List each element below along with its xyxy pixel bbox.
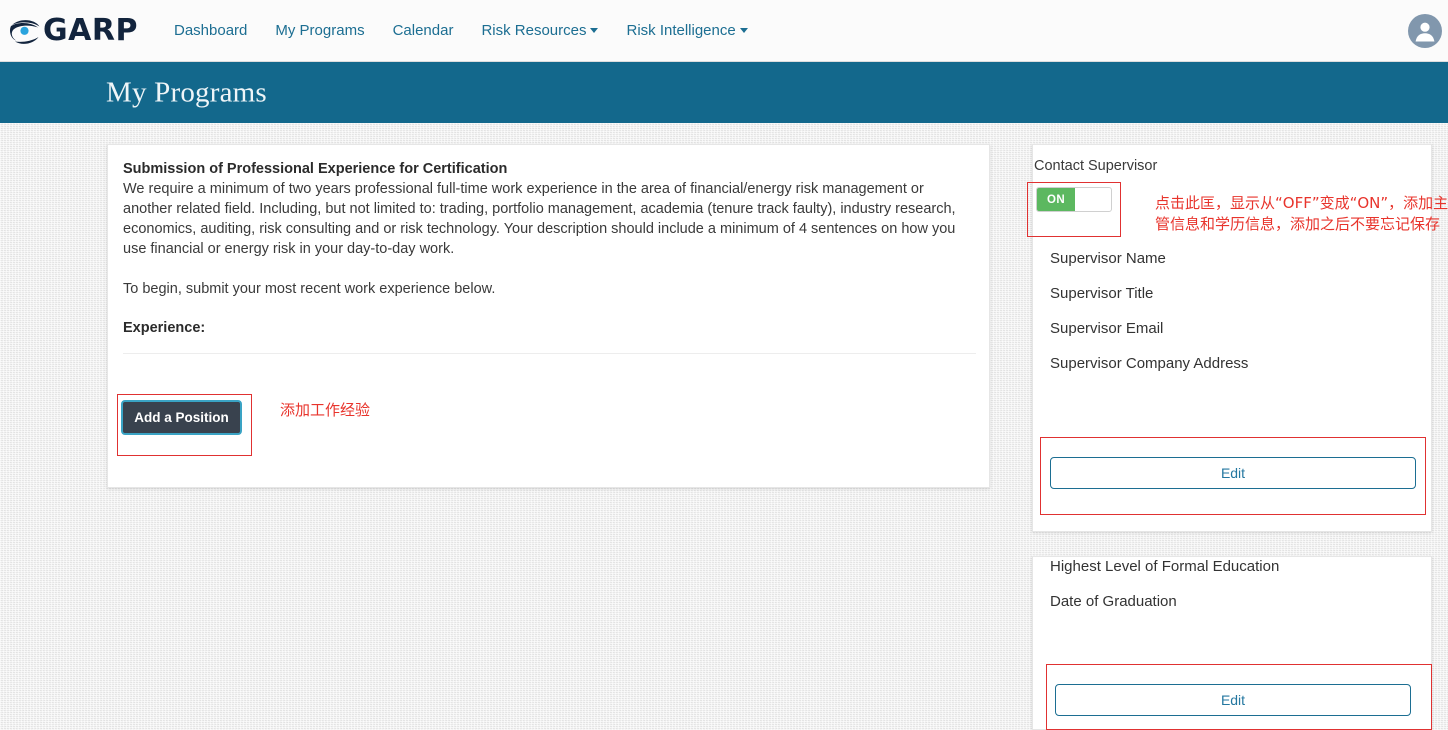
toggle-state-label: ON — [1037, 188, 1075, 211]
nav-label: Risk Intelligence — [626, 22, 736, 39]
field-supervisor-company-address: Supervisor Company Address — [1050, 355, 1249, 372]
field-highest-level-of-formal-education: Highest Level of Formal Education — [1050, 558, 1280, 575]
card-paragraph-secondary: To begin, submit your most recent work e… — [123, 281, 496, 297]
garp-logo[interactable]: GARP — [8, 12, 148, 50]
field-supervisor-email: Supervisor Email — [1050, 320, 1164, 337]
experience-label: Experience: — [123, 320, 206, 336]
garp-eye-logo-icon — [8, 14, 42, 48]
nav-label: Calendar — [392, 22, 454, 39]
nav-label: My Programs — [275, 22, 365, 39]
chevron-down-icon — [739, 28, 748, 33]
nav-links: Dashboard My Programs Calendar Risk Reso… — [160, 0, 762, 62]
field-supervisor-title: Supervisor Title — [1050, 285, 1154, 302]
card-heading: Submission of Professional Experience fo… — [123, 161, 508, 177]
card-paragraph: We require a minimum of two years profes… — [123, 181, 956, 257]
avatar[interactable] — [1408, 14, 1442, 48]
add-position-button[interactable]: Add a Position — [121, 400, 242, 435]
education-edit-button[interactable]: Edit — [1055, 684, 1411, 716]
user-avatar-icon — [1415, 22, 1435, 42]
contact-supervisor-label: Contact Supervisor — [1034, 158, 1158, 174]
top-navigation-bar: GARP Dashboard My Programs Calendar Risk… — [0, 0, 1448, 62]
nav-item-risk-intelligence[interactable]: Risk Intelligence — [612, 0, 761, 62]
chevron-down-icon — [590, 28, 599, 33]
page-banner: My Programs — [0, 62, 1448, 123]
garp-wordmark: GARP — [43, 13, 138, 48]
nav-label: Dashboard — [174, 22, 248, 39]
page-title: My Programs — [106, 76, 267, 108]
nav-item-calendar[interactable]: Calendar — [379, 0, 468, 62]
nav-item-dashboard[interactable]: Dashboard — [160, 0, 261, 62]
page-content: Submission of Professional Experience fo… — [0, 123, 1448, 730]
divider — [123, 353, 976, 354]
contact-supervisor-toggle[interactable]: ON — [1036, 187, 1112, 212]
nav-item-risk-resources[interactable]: Risk Resources — [467, 0, 612, 62]
nav-label: Risk Resources — [481, 22, 587, 39]
annotation-toggle: 点击此匡，显示从“OFF”变成“ON”，添加主管信息和学历信息，添加之后不要忘记… — [1155, 194, 1448, 233]
supervisor-edit-button[interactable]: Edit — [1050, 457, 1416, 489]
field-supervisor-name: Supervisor Name — [1050, 250, 1166, 267]
field-date-of-graduation: Date of Graduation — [1050, 593, 1177, 610]
nav-item-my-programs[interactable]: My Programs — [261, 0, 378, 62]
annotation-add-position: 添加工作经验 — [280, 401, 371, 419]
